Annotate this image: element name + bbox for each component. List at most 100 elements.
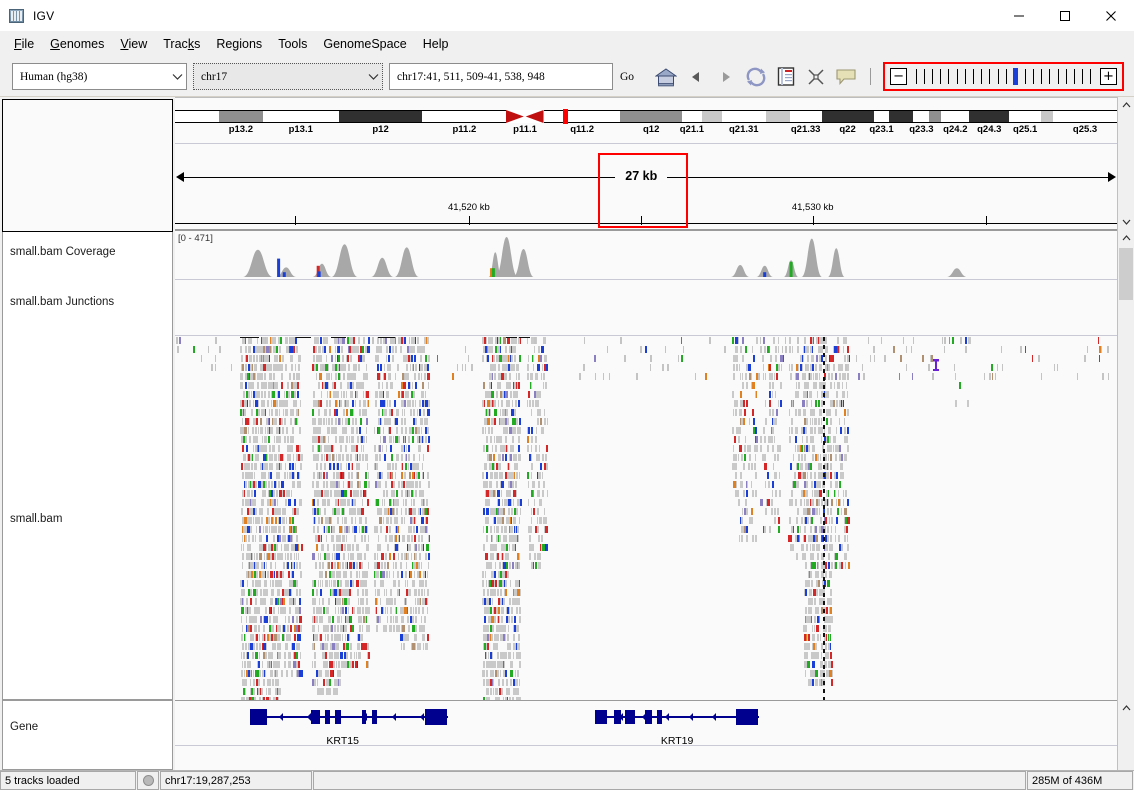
data-scrollbar[interactable] xyxy=(1117,230,1134,700)
minimize-button[interactable] xyxy=(996,0,1042,31)
genome-selector-value: Human (hg38) xyxy=(20,70,88,83)
genomic-ruler[interactable]: 27 kb 41,520 kb 41,530 kb xyxy=(175,143,1117,225)
zoom-tick[interactable] xyxy=(1041,69,1043,84)
gene-exon xyxy=(736,709,759,725)
gene-strand-chevron xyxy=(665,713,670,721)
gene-exon xyxy=(595,710,608,724)
home-icon[interactable] xyxy=(651,62,681,92)
zoom-tick[interactable] xyxy=(997,69,999,84)
scrollbar-column xyxy=(1117,97,1134,770)
memory-indicator[interactable]: 285M of 436M xyxy=(1027,771,1133,790)
chromosome-selector-value: chr17 xyxy=(194,70,364,83)
popup-text-icon[interactable] xyxy=(831,62,861,92)
zoom-tick[interactable] xyxy=(1005,69,1007,84)
zoom-tick[interactable] xyxy=(964,69,966,84)
alignment-track[interactable] xyxy=(175,337,1117,700)
forward-arrow-icon[interactable] xyxy=(711,62,741,92)
coverage-track[interactable] xyxy=(175,231,1117,277)
menu-tracks[interactable]: Tracks xyxy=(155,34,208,54)
zoom-tick[interactable] xyxy=(1024,69,1026,84)
close-button[interactable] xyxy=(1088,0,1134,31)
gene-feature-KRT19[interactable]: KRT19 xyxy=(175,709,1117,747)
zoom-tick[interactable] xyxy=(915,69,917,84)
menu-tools[interactable]: Tools xyxy=(270,34,315,54)
locus-input[interactable]: chr17:41, 511, 509-41, 538, 948 xyxy=(389,63,613,90)
cytoband-label: q11.2 xyxy=(570,124,595,135)
zoom-tick[interactable] xyxy=(1082,69,1084,84)
zoom-tick[interactable] xyxy=(932,69,934,84)
window-controls xyxy=(996,0,1134,31)
zoom-tick[interactable] xyxy=(923,69,925,84)
cytoband-label: q25.1 xyxy=(1013,124,1038,135)
menu-view[interactable]: View xyxy=(112,34,155,54)
cytoband-label: p11.2 xyxy=(452,124,477,135)
zoom-tick[interactable] xyxy=(1049,69,1051,84)
igv-application-window: IGV File Genomes View Tracks Regions Too… xyxy=(0,0,1134,790)
ruler-tick-label: 41,520 kb xyxy=(448,202,490,213)
track-label-2[interactable]: small.bam xyxy=(10,513,62,525)
cytoband-p13.3 xyxy=(175,110,219,123)
chromosome-ideogram[interactable] xyxy=(175,109,1117,124)
gene-track-panel[interactable]: KRT15 KRT19 xyxy=(175,700,1117,770)
zoom-out-button[interactable]: − xyxy=(890,68,908,85)
cytoband-label: q21.1 xyxy=(679,124,705,135)
zoom-tick[interactable] xyxy=(1090,69,1092,84)
toolbar-divider xyxy=(870,68,872,85)
zoom-tick[interactable] xyxy=(1033,69,1035,84)
ideogram-position-marker xyxy=(562,109,568,124)
track-label-1[interactable]: small.bam Junctions xyxy=(10,296,114,308)
activity-led-icon xyxy=(137,771,159,790)
fit-to-window-icon[interactable] xyxy=(801,62,831,92)
zoom-tick[interactable] xyxy=(948,69,950,84)
feature-track-name-panel: Gene xyxy=(2,700,173,770)
zoom-tick[interactable] xyxy=(972,69,974,84)
zoom-tick[interactable] xyxy=(1065,69,1067,84)
zoom-tick[interactable] xyxy=(981,69,983,84)
chromosome-selector[interactable]: chr17 xyxy=(193,63,383,90)
menu-regions[interactable]: Regions xyxy=(208,34,270,54)
chevron-down-icon xyxy=(168,64,186,89)
zoom-slider-track[interactable] xyxy=(907,68,1100,85)
gene-exon xyxy=(657,710,662,724)
alignment-data-panel[interactable]: [0 - 471] xyxy=(175,230,1117,700)
scrollbar-thumb[interactable] xyxy=(1119,248,1133,300)
scroll-down-icon[interactable] xyxy=(1118,214,1134,230)
junctions-track[interactable] xyxy=(175,280,1117,335)
maximize-button[interactable] xyxy=(1042,0,1088,31)
menu-genomespace[interactable]: GenomeSpace xyxy=(315,34,414,54)
zoom-tick[interactable] xyxy=(989,69,991,84)
cytoband-p13.1 xyxy=(262,110,339,123)
track-label-gene[interactable]: Gene xyxy=(10,721,38,733)
cytoband-label: q12 xyxy=(643,124,660,135)
menu-genomes[interactable]: Genomes xyxy=(42,34,112,54)
scroll-up-icon[interactable] xyxy=(1118,700,1134,716)
cytoband-q21.2 xyxy=(701,110,722,123)
go-button[interactable]: Go xyxy=(613,71,641,83)
header-panel[interactable]: p13.2 p13.1 p12 p11.2 p11.1 q11.2 q12 q21.1 q21.… xyxy=(175,97,1117,230)
gene-scrollbar[interactable] xyxy=(1117,700,1134,770)
zoom-slider[interactable]: − + xyxy=(883,62,1124,91)
header-scrollbar[interactable] xyxy=(1117,97,1134,230)
genome-selector[interactable]: Human (hg38) xyxy=(12,63,187,90)
back-arrow-icon[interactable] xyxy=(681,62,711,92)
zoom-tick[interactable] xyxy=(940,69,942,84)
zoom-tick[interactable] xyxy=(1074,69,1076,84)
cytoband-q25.1 xyxy=(1009,110,1042,123)
region-tool-icon[interactable] xyxy=(771,62,801,92)
zoom-tick[interactable] xyxy=(1057,69,1059,84)
track-label-0[interactable]: small.bam Coverage xyxy=(10,246,115,258)
menu-file[interactable]: File xyxy=(6,34,42,54)
cytoband-q24.2 xyxy=(941,110,970,123)
scroll-up-icon[interactable] xyxy=(1118,230,1134,246)
zoom-in-button[interactable]: + xyxy=(1100,68,1117,85)
zoom-tick[interactable] xyxy=(956,69,958,84)
ruler-tick-mark xyxy=(986,216,988,225)
track-name-column: small.bam Coverage small.bam Junctions sma… xyxy=(0,97,175,770)
refresh-icon[interactable] xyxy=(741,62,771,92)
cytoband-q23.2 xyxy=(889,110,914,123)
scroll-up-icon[interactable] xyxy=(1118,97,1134,113)
menu-help[interactable]: Help xyxy=(415,34,457,54)
zoom-slider-thumb[interactable] xyxy=(1013,68,1019,85)
gene-strand-chevron xyxy=(688,713,693,721)
status-position: chr17:19,287,253 xyxy=(160,771,312,790)
